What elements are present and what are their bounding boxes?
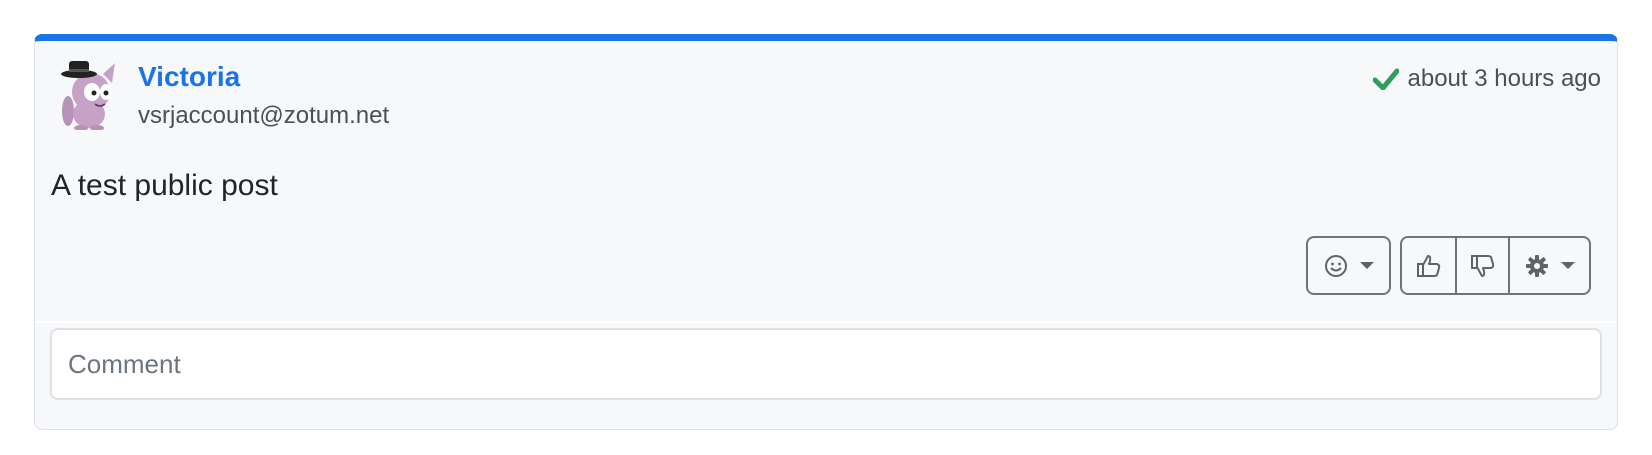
avatar[interactable] <box>51 56 121 131</box>
smiley-icon <box>1324 254 1347 277</box>
comment-input[interactable] <box>50 328 1602 400</box>
author-name-link[interactable]: Victoria <box>138 61 240 93</box>
timestamp-text: about 3 hours ago <box>1407 65 1602 92</box>
thumbs-up-icon <box>1416 254 1440 277</box>
dislike-button[interactable] <box>1455 238 1508 293</box>
chevron-down-icon <box>1560 262 1575 269</box>
post-content: A test public post <box>51 169 278 202</box>
post-actions-group <box>1400 236 1591 295</box>
author-handle: vsrjaccount@zotum.net <box>138 102 390 129</box>
checkmark-icon <box>1372 68 1399 90</box>
chevron-down-icon <box>1359 262 1374 269</box>
settings-dropdown-button[interactable] <box>1508 238 1589 293</box>
post-body: Victoria vsrjaccount@zotum.net about 3 h… <box>35 41 1617 321</box>
comment-area <box>35 323 1617 429</box>
post-timestamp[interactable]: about 3 hours ago <box>1372 65 1602 93</box>
thumbs-down-icon <box>1470 254 1494 277</box>
post-card: Victoria vsrjaccount@zotum.net about 3 h… <box>34 34 1618 430</box>
gear-icon <box>1525 254 1548 277</box>
emoji-reaction-group <box>1306 236 1391 295</box>
emoji-dropdown-button[interactable] <box>1308 238 1389 293</box>
like-button[interactable] <box>1402 238 1455 293</box>
